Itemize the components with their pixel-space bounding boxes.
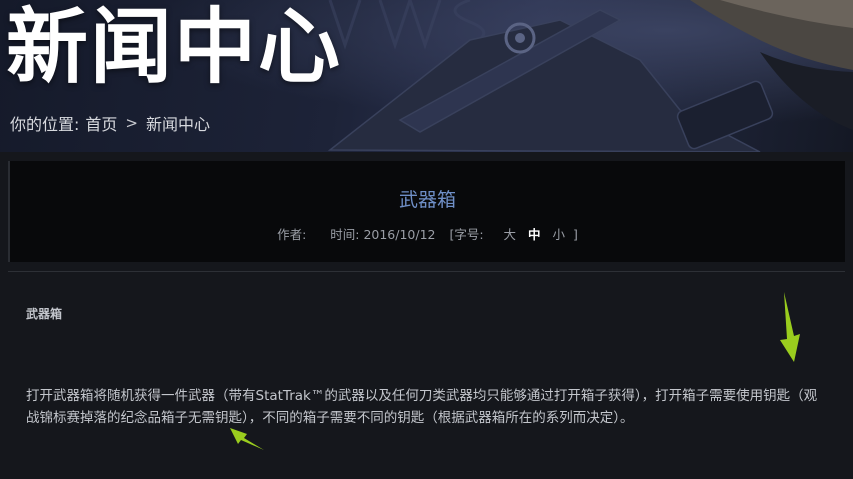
section-heading: 武器箱 (26, 307, 63, 321)
date-value: 2016/10/12 (363, 227, 436, 242)
annotation-arrow-up-icon (230, 428, 264, 450)
article-paragraph: 打开武器箱将随机获得一件武器（带有StatTrak™的武器以及任何刀类武器均只能… (26, 388, 818, 426)
font-size-medium-button[interactable]: 中 (524, 224, 545, 243)
font-size-label: [字号: (449, 227, 484, 242)
breadcrumb-current-link[interactable]: 新闻中心 (146, 111, 210, 135)
font-size-large-button[interactable]: 大 (500, 224, 521, 243)
font-size-close-bracket: ] (573, 227, 578, 242)
breadcrumb-separator-icon: > (125, 114, 138, 132)
hero-banner: 新闻中心 你的位置: 首页 > 新闻中心 (0, 0, 853, 152)
content-divider (8, 271, 845, 272)
article-meta: 作者: 时间: 2016/10/12 [字号: 大 中 小 ] (10, 224, 845, 243)
font-size-small-button[interactable]: 小 (549, 224, 570, 243)
article-header: 武器箱 作者: 时间: 2016/10/12 [字号: 大 中 小 ] (8, 161, 845, 262)
breadcrumb-home-link[interactable]: 首页 (85, 111, 117, 135)
annotation-arrow-down-icon (780, 292, 800, 362)
page-title: 新闻中心 (6, 0, 343, 95)
time-label: 时间: (330, 227, 360, 242)
article-title: 武器箱 (398, 189, 456, 211)
breadcrumb: 你的位置: 首页 > 新闻中心 (10, 111, 210, 135)
author-label: 作者: (277, 227, 307, 242)
breadcrumb-prefix: 你的位置: (10, 115, 80, 134)
